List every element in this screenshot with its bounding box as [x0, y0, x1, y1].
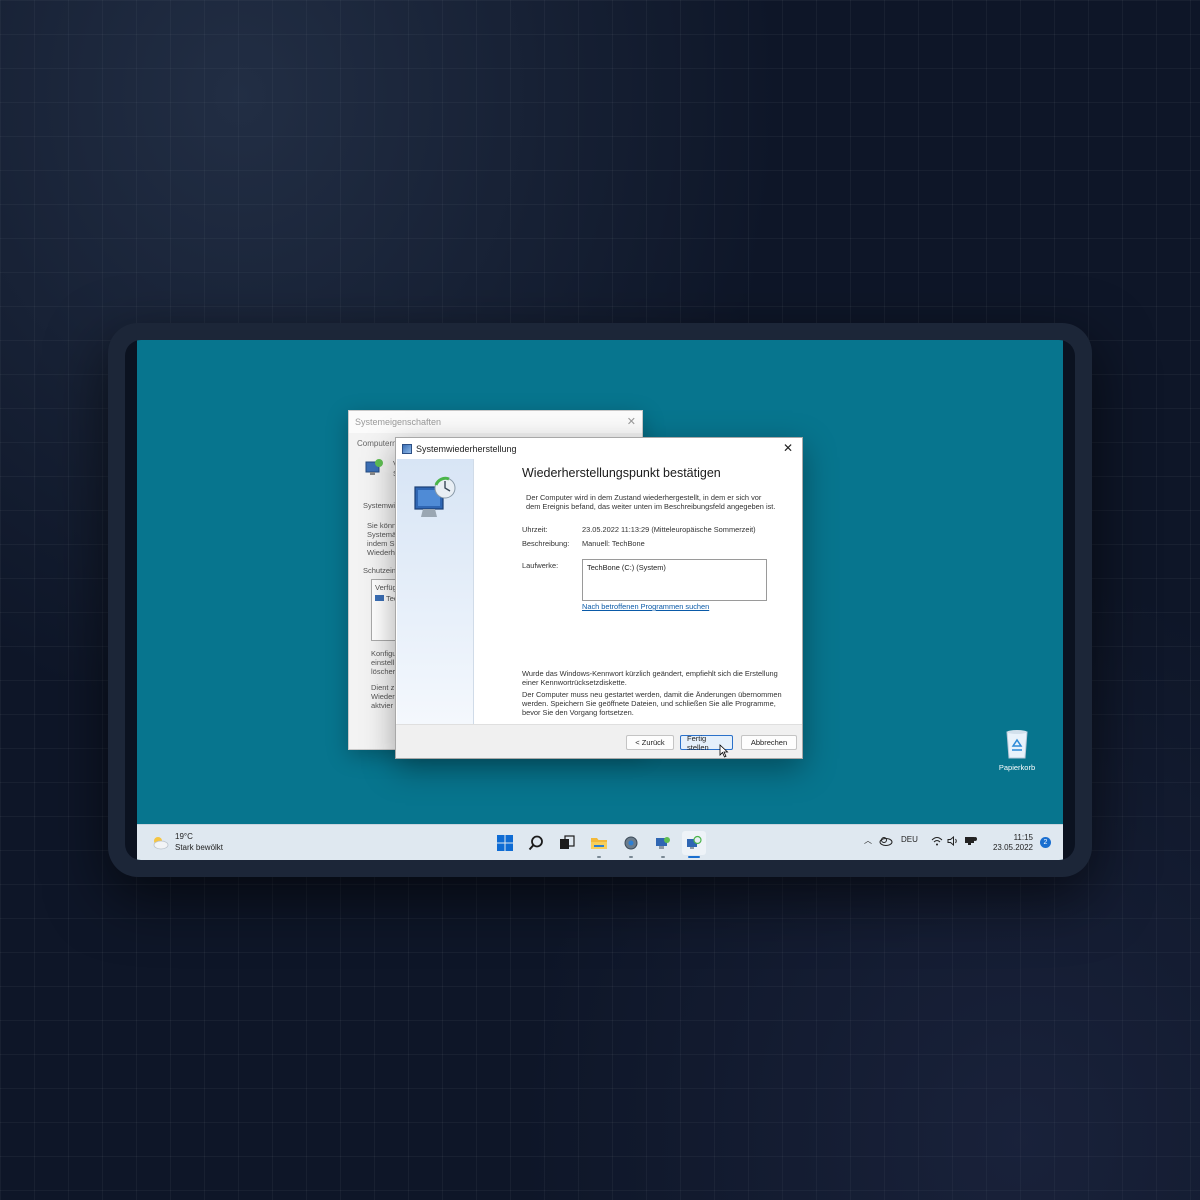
mouse-cursor-icon: [719, 744, 729, 758]
close-icon: ✕: [782, 441, 794, 455]
settings-icon: [624, 836, 638, 850]
password-note: Wurde das Windows-Kennwort kürzlich geän…: [522, 669, 778, 687]
dialog-side-panel: [397, 459, 474, 725]
tray-overflow-chevron-icon[interactable]: ︿: [864, 835, 872, 846]
desktop: Systemeigenschaften ✕ Computern V S Syst…: [137, 340, 1063, 860]
wifi-icon[interactable]: [931, 836, 943, 846]
dialog-close-button[interactable]: ✕: [778, 439, 798, 457]
device-bezel: Systemeigenschaften ✕ Computern V S Syst…: [125, 340, 1075, 860]
system-restore-titlebar: Systemwiederherstellung: [396, 438, 802, 459]
device-frame: Systemeigenschaften ✕ Computern V S Syst…: [108, 323, 1092, 877]
system-properties-running-indicator: [661, 856, 665, 858]
affected-programs-link[interactable]: Nach betroffenen Programmen suchen: [582, 602, 709, 611]
restart-note: Der Computer muss neu gestartet werden, …: [522, 690, 782, 717]
fragment-12: einstell: [371, 658, 395, 667]
fragment-16: aktvier: [371, 701, 394, 710]
fragment-11: Konfigu: [371, 649, 397, 658]
weather-widget[interactable]: 19°C Stark bewölkt: [151, 831, 223, 853]
clock-date: 23.05.2022: [992, 843, 1033, 852]
description-label: Beschreibung:: [522, 539, 570, 548]
dialog-footer: < Zurück Fertig stellen Abbrechen: [396, 724, 802, 758]
system-restore-title: Systemwiederherstellung: [416, 443, 517, 454]
system-restore-dialog[interactable]: Systemwiederherstellung ✕ Wiederherstell…: [395, 437, 803, 759]
weather-description: Stark bewölkt: [175, 843, 224, 852]
system-properties-icon: [656, 837, 670, 849]
file-explorer-button[interactable]: [587, 831, 611, 858]
file-explorer-icon: [591, 838, 607, 849]
cloudy-weather-icon: [153, 837, 169, 850]
system-restore-icon: [414, 476, 456, 517]
drives-label: Laufwerke:: [522, 561, 559, 570]
system-properties-icon: [365, 459, 383, 475]
taskbar-clock[interactable]: 11:15 23.05.2022: [993, 833, 1033, 853]
taskbar: 19°C Stark bewölkt ︿ DEU 11:15 23.05.202…: [137, 824, 1063, 860]
system-restore-icon: [687, 835, 702, 849]
onedrive-cloud-icon[interactable]: [879, 836, 893, 846]
fragment-13: löscher: [371, 667, 396, 676]
fragment-3: Systemwi: [363, 501, 396, 510]
language-indicator[interactable]: DEU: [901, 835, 918, 844]
drive-icon: [375, 595, 384, 601]
drive-item[interactable]: TechBone (C:) (System): [587, 563, 666, 572]
weather-temperature: 19°C: [175, 832, 193, 841]
system-restore-active-indicator: [688, 856, 700, 858]
search-icon: [528, 835, 543, 851]
recycle-bin-icon: [1006, 730, 1028, 759]
recycle-bin-label: Papierkorb: [998, 763, 1036, 772]
task-view-button[interactable]: [555, 831, 579, 855]
tab-computername[interactable]: Computern: [357, 439, 397, 448]
fragment-8: Schutzein: [363, 566, 396, 575]
clock-time: 11:15: [1013, 833, 1033, 842]
recycle-bin[interactable]: Papierkorb: [993, 728, 1041, 772]
settings-running-indicator: [629, 856, 633, 858]
fragment-9: Verfüg: [375, 583, 397, 592]
system-properties-title: Systemeigenschaften: [355, 417, 442, 427]
fragment-15: Wieder: [371, 692, 395, 701]
taskbar-search-button[interactable]: [524, 831, 548, 855]
network-computer-icon[interactable]: [964, 836, 978, 846]
fragment-14: Dient z: [371, 683, 395, 692]
dialog-content: Wiederherstellungspunkt bestätigen Der C…: [474, 459, 802, 725]
drives-list[interactable]: TechBone (C:) (System): [582, 559, 767, 601]
fragment-5: Systemä: [367, 530, 397, 539]
time-label: Uhrzeit:: [522, 525, 548, 534]
file-explorer-running-indicator: [597, 856, 601, 858]
dialog-intro: Der Computer wird in dem Zustand wiederh…: [526, 493, 776, 511]
fragment-6: indem Si: [367, 539, 397, 548]
description-value: Manuell: TechBone: [582, 539, 645, 548]
system-properties-titlebar: Systemeigenschaften: [349, 411, 642, 433]
windows-start-icon: [497, 835, 513, 851]
notification-badge[interactable]: 2: [1040, 837, 1051, 848]
system-restore-title-icon: [402, 443, 412, 454]
dialog-heading: Wiederherstellungspunkt bestätigen: [522, 466, 721, 480]
fragment-4: Sie könn: [367, 521, 397, 530]
task-view-icon: [560, 835, 575, 849]
time-value: 23.05.2022 11:13:29 (Mitteleuropäische S…: [582, 525, 756, 534]
windows-start-button[interactable]: [493, 831, 517, 855]
cancel-button[interactable]: Abbrechen: [741, 735, 797, 750]
back-button[interactable]: < Zurück: [626, 735, 674, 750]
system-properties-taskbar-button[interactable]: [651, 831, 675, 858]
settings-button[interactable]: [619, 831, 643, 858]
system-restore-taskbar-button[interactable]: [682, 831, 706, 858]
system-properties-close-icon[interactable]: ✕: [627, 415, 636, 428]
volume-icon[interactable]: [947, 836, 959, 846]
